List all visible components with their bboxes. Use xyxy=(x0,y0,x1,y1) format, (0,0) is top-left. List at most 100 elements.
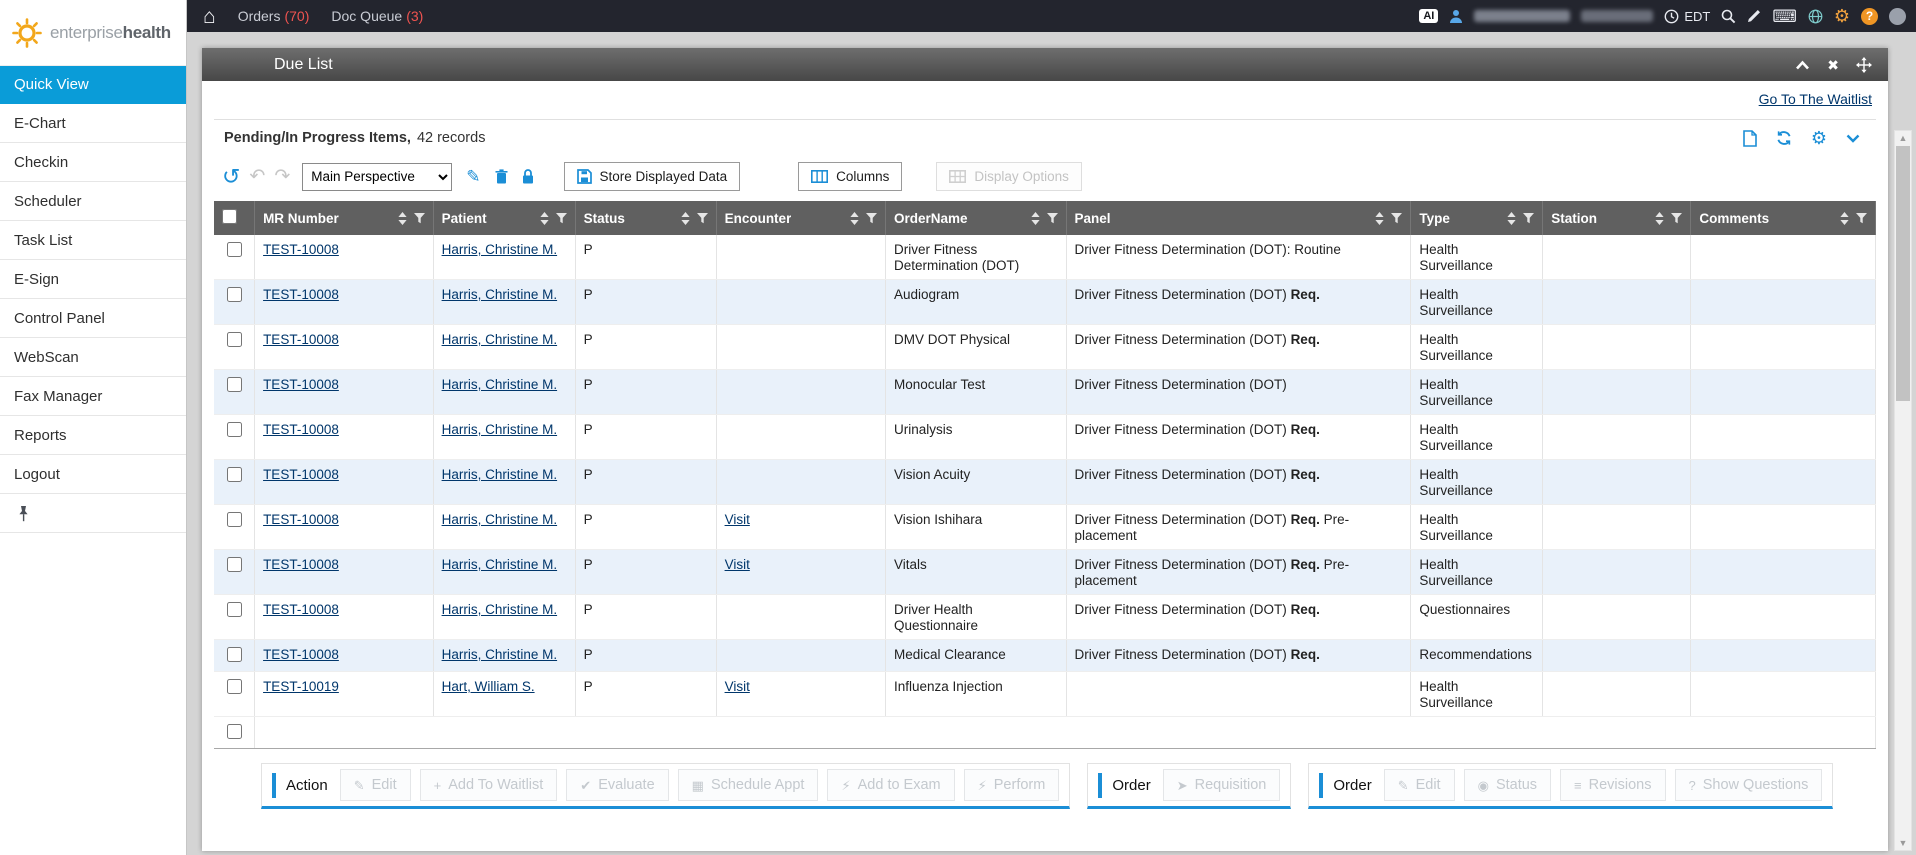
patient-link[interactable]: Harris, Christine M. xyxy=(442,377,558,392)
globe-icon[interactable] xyxy=(1808,9,1823,24)
mr-number-link[interactable]: TEST-10008 xyxy=(263,242,339,257)
ai-badge[interactable]: AI xyxy=(1419,9,1438,23)
sidebar-pin-button[interactable] xyxy=(0,494,186,533)
mr-number-link[interactable]: TEST-10008 xyxy=(263,422,339,437)
tools-icon[interactable] xyxy=(1747,9,1761,23)
delete-perspective-trash-icon[interactable] xyxy=(495,169,508,184)
filter-icon[interactable] xyxy=(1671,213,1682,224)
avatar[interactable] xyxy=(1889,8,1906,25)
sidebar-item-scheduler[interactable]: Scheduler xyxy=(0,182,186,221)
chevron-down-icon[interactable] xyxy=(1846,134,1860,143)
row-checkbox[interactable] xyxy=(227,679,242,694)
row-checkbox[interactable] xyxy=(227,724,242,739)
column-header-mr-number[interactable]: MR Number xyxy=(255,201,434,235)
row-checkbox[interactable] xyxy=(227,512,242,527)
filter-icon[interactable] xyxy=(866,213,877,224)
row-checkbox[interactable] xyxy=(227,422,242,437)
filter-icon[interactable] xyxy=(1523,213,1534,224)
select-all-checkbox[interactable] xyxy=(222,209,237,224)
filter-icon[interactable] xyxy=(697,213,708,224)
mr-number-link[interactable]: TEST-10019 xyxy=(263,679,339,694)
vertical-scrollbar[interactable]: ▲ ▼ xyxy=(1894,130,1912,851)
footer-button-schedule-appt[interactable]: ▦Schedule Appt xyxy=(678,769,819,801)
row-checkbox[interactable] xyxy=(227,332,242,347)
patient-link[interactable]: Harris, Christine M. xyxy=(442,602,558,617)
home-icon[interactable]: ⌂ xyxy=(203,6,216,27)
patient-link[interactable]: Harris, Christine M. xyxy=(442,242,558,257)
window-titlebar[interactable]: Due List ✖ xyxy=(202,48,1888,81)
refresh-icon[interactable] xyxy=(1776,130,1792,146)
sidebar-item-control-panel[interactable]: Control Panel xyxy=(0,299,186,338)
footer-button-perform[interactable]: ⚡Perform xyxy=(964,769,1060,801)
row-checkbox[interactable] xyxy=(227,377,242,392)
move-icon[interactable] xyxy=(1856,57,1872,73)
patient-link[interactable]: Harris, Christine M. xyxy=(442,332,558,347)
mr-number-link[interactable]: TEST-10008 xyxy=(263,377,339,392)
store-displayed-data-button[interactable]: Store Displayed Data xyxy=(564,162,741,191)
sidebar-item-e-chart[interactable]: E-Chart xyxy=(0,104,186,143)
patient-link[interactable]: Harris, Christine M. xyxy=(442,287,558,302)
column-header-panel[interactable]: Panel xyxy=(1066,201,1411,235)
row-checkbox[interactable] xyxy=(227,287,242,302)
sidebar-item-reports[interactable]: Reports xyxy=(0,416,186,455)
sort-icon[interactable] xyxy=(1840,212,1849,225)
filter-icon[interactable] xyxy=(1391,213,1402,224)
mr-number-link[interactable]: TEST-10008 xyxy=(263,602,339,617)
footer-button-add-to-exam[interactable]: ⚡Add to Exam xyxy=(827,769,954,801)
columns-button[interactable]: Columns xyxy=(798,162,902,191)
mr-number-link[interactable]: TEST-10008 xyxy=(263,557,339,572)
orders-link[interactable]: Orders(70) xyxy=(238,8,310,24)
patient-link[interactable]: Harris, Christine M. xyxy=(442,557,558,572)
mr-number-link[interactable]: TEST-10008 xyxy=(263,332,339,347)
scroll-down-arrow[interactable]: ▼ xyxy=(1895,836,1911,850)
encounter-link[interactable]: Visit xyxy=(725,557,750,572)
filter-icon[interactable] xyxy=(556,213,567,224)
sort-icon[interactable] xyxy=(1375,212,1384,225)
timezone-clock[interactable]: EDT xyxy=(1664,9,1710,24)
sort-icon[interactable] xyxy=(540,212,549,225)
history-forward-icon[interactable]: ↷ xyxy=(274,167,290,186)
sort-icon[interactable] xyxy=(681,212,690,225)
user-icon[interactable] xyxy=(1449,9,1463,23)
sidebar-item-webscan[interactable]: WebScan xyxy=(0,338,186,377)
patient-link[interactable]: Harris, Christine M. xyxy=(442,467,558,482)
filter-icon[interactable] xyxy=(1856,213,1867,224)
row-checkbox[interactable] xyxy=(227,602,242,617)
footer-button-revisions[interactable]: ≡Revisions xyxy=(1560,769,1665,801)
mr-number-link[interactable]: TEST-10008 xyxy=(263,287,339,302)
edit-perspective-pencil-icon[interactable]: ✎ xyxy=(466,168,480,185)
footer-button-edit[interactable]: ✎Edit xyxy=(340,769,411,801)
keyboard-icon[interactable]: ⌨ xyxy=(1772,8,1797,25)
history-back-icon[interactable]: ↶ xyxy=(249,167,265,186)
help-icon[interactable]: ? xyxy=(1861,8,1878,25)
column-header-type[interactable]: Type xyxy=(1411,201,1543,235)
footer-button-edit[interactable]: ✎Edit xyxy=(1384,769,1455,801)
encounter-link[interactable]: Visit xyxy=(725,512,750,527)
row-checkbox[interactable] xyxy=(227,242,242,257)
column-header-comments[interactable]: Comments xyxy=(1691,201,1876,235)
close-icon[interactable]: ✖ xyxy=(1827,58,1839,72)
display-options-button[interactable]: Display Options xyxy=(936,162,1082,191)
scroll-up-arrow[interactable]: ▲ xyxy=(1895,131,1911,145)
patient-link[interactable]: Harris, Christine M. xyxy=(442,422,558,437)
footer-button-evaluate[interactable]: ✔Evaluate xyxy=(566,769,668,801)
sort-icon[interactable] xyxy=(1031,212,1040,225)
row-checkbox[interactable] xyxy=(227,557,242,572)
column-header-ordername[interactable]: OrderName xyxy=(885,201,1066,235)
column-header-station[interactable]: Station xyxy=(1543,201,1691,235)
row-checkbox[interactable] xyxy=(227,467,242,482)
column-header-encounter[interactable]: Encounter xyxy=(716,201,885,235)
footer-button-status[interactable]: ◉Status xyxy=(1464,769,1551,801)
sidebar-item-task-list[interactable]: Task List xyxy=(0,221,186,260)
grid-settings-gear-icon[interactable]: ⚙ xyxy=(1811,129,1827,147)
settings-gear-icon[interactable]: ⚙ xyxy=(1834,7,1850,25)
mr-number-link[interactable]: TEST-10008 xyxy=(263,467,339,482)
footer-button-requisition[interactable]: ➤Requisition xyxy=(1163,769,1281,801)
sort-icon[interactable] xyxy=(1655,212,1664,225)
new-document-icon[interactable] xyxy=(1743,130,1757,147)
patient-link[interactable]: Hart, William S. xyxy=(442,679,535,694)
footer-button-show-questions[interactable]: ?Show Questions xyxy=(1675,769,1823,801)
patient-link[interactable]: Harris, Christine M. xyxy=(442,647,558,662)
mr-number-link[interactable]: TEST-10008 xyxy=(263,512,339,527)
column-header-patient[interactable]: Patient xyxy=(433,201,575,235)
